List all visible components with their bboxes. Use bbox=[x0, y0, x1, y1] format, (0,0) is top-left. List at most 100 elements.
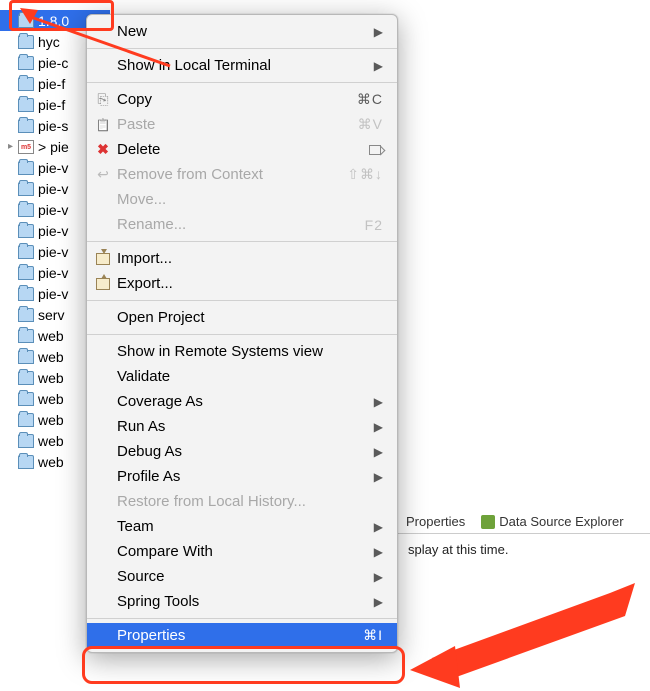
menu-new[interactable]: New▶ bbox=[87, 19, 397, 44]
folder-icon bbox=[18, 266, 34, 280]
folder-icon bbox=[18, 308, 34, 322]
menu-properties[interactable]: Properties⌘I bbox=[87, 623, 397, 648]
menu-label: New bbox=[117, 23, 374, 40]
menu-remove-context: Remove from Context⇧⌘↓ bbox=[87, 162, 397, 187]
menu-delete[interactable]: Delete bbox=[87, 137, 397, 162]
copy-icon bbox=[95, 92, 111, 108]
menu-profile-as[interactable]: Profile As▶ bbox=[87, 464, 397, 489]
folder-icon bbox=[18, 350, 34, 364]
menu-label: Team bbox=[117, 518, 374, 535]
menu-show-remote[interactable]: Show in Remote Systems view bbox=[87, 339, 397, 364]
menu-label: Spring Tools bbox=[117, 593, 374, 610]
bottom-panel: Properties Data Source Explorer splay at… bbox=[398, 510, 650, 565]
menu-debug-as[interactable]: Debug As▶ bbox=[87, 439, 397, 464]
submenu-arrow-icon: ▶ bbox=[374, 545, 383, 559]
menu-import[interactable]: Import... bbox=[87, 246, 397, 271]
submenu-arrow-icon: ▶ bbox=[374, 395, 383, 409]
annotation-arrow bbox=[410, 578, 640, 691]
folder-icon bbox=[18, 413, 34, 427]
database-icon bbox=[481, 515, 495, 529]
folder-icon bbox=[18, 77, 34, 91]
folder-icon bbox=[18, 392, 34, 406]
menu-open-project[interactable]: Open Project bbox=[87, 305, 397, 330]
menu-label: Rename... bbox=[117, 216, 365, 233]
menu-show-terminal[interactable]: Show in Local Terminal▶ bbox=[87, 53, 397, 78]
menu-compare-with[interactable]: Compare With▶ bbox=[87, 539, 397, 564]
bottom-tabs: Properties Data Source Explorer bbox=[398, 510, 650, 534]
folder-icon bbox=[18, 161, 34, 175]
folder-icon bbox=[18, 14, 34, 28]
menu-shortcut: F2 bbox=[365, 217, 383, 233]
submenu-arrow-icon: ▶ bbox=[374, 470, 383, 484]
menu-copy[interactable]: Copy⌘C bbox=[87, 87, 397, 112]
folder-icon bbox=[18, 455, 34, 469]
menu-label: Profile As bbox=[117, 468, 374, 485]
menu-separator bbox=[87, 334, 397, 335]
tab-label: Properties bbox=[406, 514, 465, 529]
paste-icon bbox=[95, 117, 111, 133]
submenu-arrow-icon: ▶ bbox=[374, 445, 383, 459]
menu-label: Export... bbox=[117, 275, 383, 292]
menu-label: Remove from Context bbox=[117, 166, 347, 183]
menu-label: Move... bbox=[117, 191, 383, 208]
context-menu: New▶ Show in Local Terminal▶ Copy⌘C Past… bbox=[86, 14, 398, 653]
submenu-arrow-icon: ▶ bbox=[374, 25, 383, 39]
menu-coverage-as[interactable]: Coverage As▶ bbox=[87, 389, 397, 414]
menu-label: Delete bbox=[117, 141, 367, 158]
folder-icon bbox=[18, 182, 34, 196]
folder-icon bbox=[18, 224, 34, 238]
export-icon bbox=[96, 278, 110, 290]
menu-label: Show in Local Terminal bbox=[117, 57, 374, 74]
menu-label: Import... bbox=[117, 250, 383, 267]
menu-label: Copy bbox=[117, 91, 357, 108]
menu-shortcut: ⌘I bbox=[363, 627, 383, 644]
submenu-arrow-icon: ▶ bbox=[374, 520, 383, 534]
menu-paste: Paste⌘V bbox=[87, 112, 397, 137]
menu-move: Move... bbox=[87, 187, 397, 212]
folder-icon bbox=[18, 287, 34, 301]
remove-icon bbox=[95, 167, 111, 183]
menu-label: Paste bbox=[117, 116, 358, 133]
menu-label: Compare With bbox=[117, 543, 374, 560]
tab-properties[interactable]: Properties bbox=[406, 514, 465, 529]
folder-icon bbox=[18, 98, 34, 112]
menu-restore-history: Restore from Local History... bbox=[87, 489, 397, 514]
menu-separator bbox=[87, 300, 397, 301]
menu-separator bbox=[87, 82, 397, 83]
menu-label: Debug As bbox=[117, 443, 374, 460]
menu-shortcut: ⇧⌘↓ bbox=[347, 166, 383, 183]
folder-icon bbox=[18, 119, 34, 133]
menu-run-as[interactable]: Run As▶ bbox=[87, 414, 397, 439]
tab-data-source-explorer[interactable]: Data Source Explorer bbox=[481, 514, 623, 529]
folder-icon bbox=[18, 245, 34, 259]
folder-icon bbox=[18, 203, 34, 217]
folder-icon bbox=[18, 434, 34, 448]
menu-label: Run As bbox=[117, 418, 374, 435]
folder-icon bbox=[18, 371, 34, 385]
delete-key-icon bbox=[369, 145, 381, 155]
menu-label: Coverage As bbox=[117, 393, 374, 410]
folder-icon bbox=[18, 35, 34, 49]
submenu-arrow-icon: ▶ bbox=[374, 570, 383, 584]
menu-shortcut: ⌘C bbox=[357, 91, 383, 108]
panel-message: splay at this time. bbox=[398, 534, 650, 565]
menu-spring-tools[interactable]: Spring Tools▶ bbox=[87, 589, 397, 614]
folder-icon bbox=[18, 56, 34, 70]
menu-separator bbox=[87, 48, 397, 49]
menu-source[interactable]: Source▶ bbox=[87, 564, 397, 589]
menu-label: Validate bbox=[117, 368, 383, 385]
menu-label: Properties bbox=[117, 627, 363, 644]
menu-export[interactable]: Export... bbox=[87, 271, 397, 296]
menu-rename: Rename...F2 bbox=[87, 212, 397, 237]
menu-separator bbox=[87, 241, 397, 242]
submenu-arrow-icon: ▶ bbox=[374, 59, 383, 73]
submenu-arrow-icon: ▶ bbox=[374, 420, 383, 434]
menu-validate[interactable]: Validate bbox=[87, 364, 397, 389]
menu-label: Open Project bbox=[117, 309, 383, 326]
menu-team[interactable]: Team▶ bbox=[87, 514, 397, 539]
menu-label: Source bbox=[117, 568, 374, 585]
tab-label: Data Source Explorer bbox=[499, 514, 623, 529]
menu-separator bbox=[87, 618, 397, 619]
folder-icon bbox=[18, 329, 34, 343]
delete-icon bbox=[95, 142, 111, 158]
